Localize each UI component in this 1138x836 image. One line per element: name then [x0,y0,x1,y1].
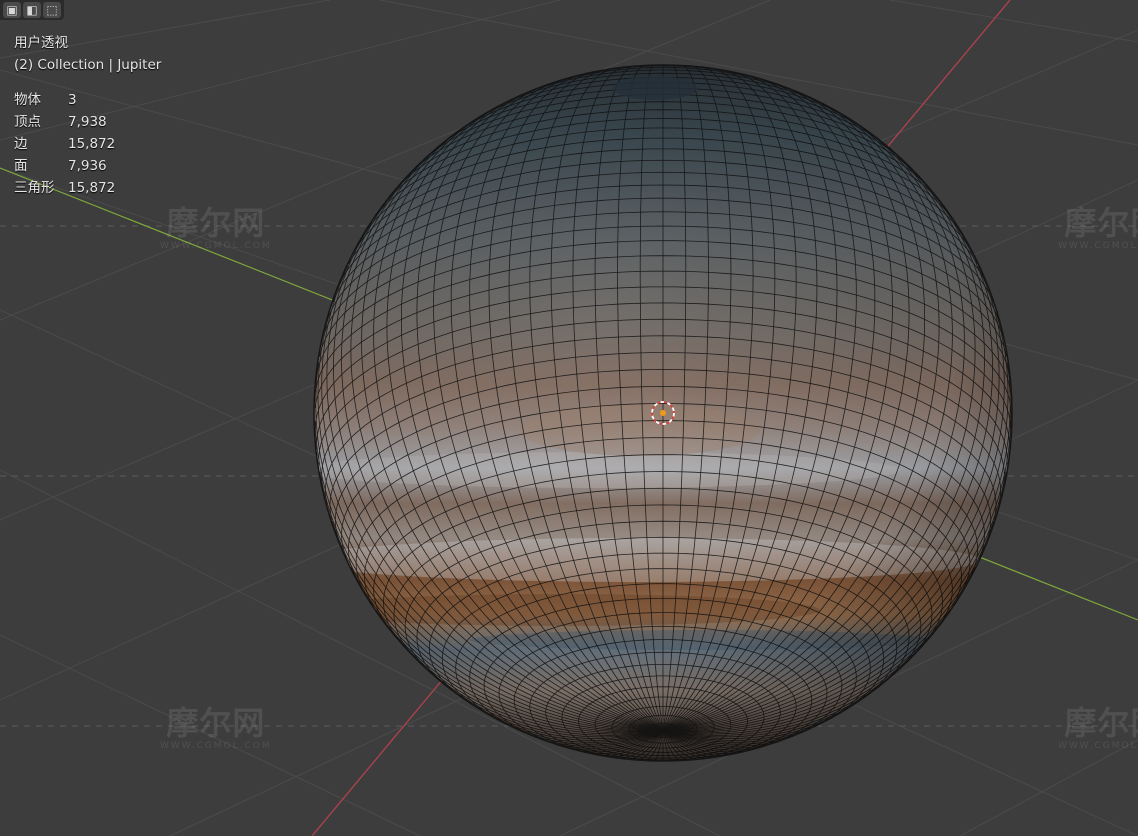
select-mode-toolbar: ▣ ◧ ⬚ [0,0,64,20]
scene-statistics: 物体 3 顶点 7,938 边 15,872 面 7,936 三角形 15,87… [14,89,161,199]
stat-row-triangles: 三角形 15,872 [14,177,161,199]
jupiter-sphere[interactable] [300,64,1013,762]
3d-viewport[interactable]: 摩尔网 WWW.CGMOL.COM 摩尔网 WWW.CGMOL.COM 摩尔网 … [0,0,1138,836]
pole-cap [613,76,697,100]
viewport-info-overlay: 用户透视 (2) Collection | Jupiter 物体 3 顶点 7,… [14,32,161,199]
view-name: 用户透视 [14,35,68,51]
stat-label: 面 [14,158,28,174]
stat-label: 边 [14,136,28,152]
stat-row-faces: 面 7,936 [14,155,161,177]
stat-value: 3 [68,92,77,108]
stat-label: 三角形 [14,180,55,196]
stat-row-edges: 边 15,872 [14,133,161,155]
select-extend-icon[interactable]: ◧ [23,2,41,18]
stat-label: 物体 [14,92,41,108]
select-subtract-icon[interactable]: ⬚ [43,2,61,18]
stat-value: 7,938 [68,114,107,130]
select-box-icon[interactable]: ▣ [3,2,21,18]
stat-row-vertices: 顶点 7,938 [14,111,161,133]
stat-value: 7,936 [68,158,107,174]
stat-value: 15,872 [68,136,116,152]
stat-value: 15,872 [68,180,116,196]
stat-label: 顶点 [14,114,41,130]
viewport-scene[interactable] [0,0,1138,836]
stat-row-objects: 物体 3 [14,89,161,111]
collection-label: (2) Collection | Jupiter [14,57,162,73]
